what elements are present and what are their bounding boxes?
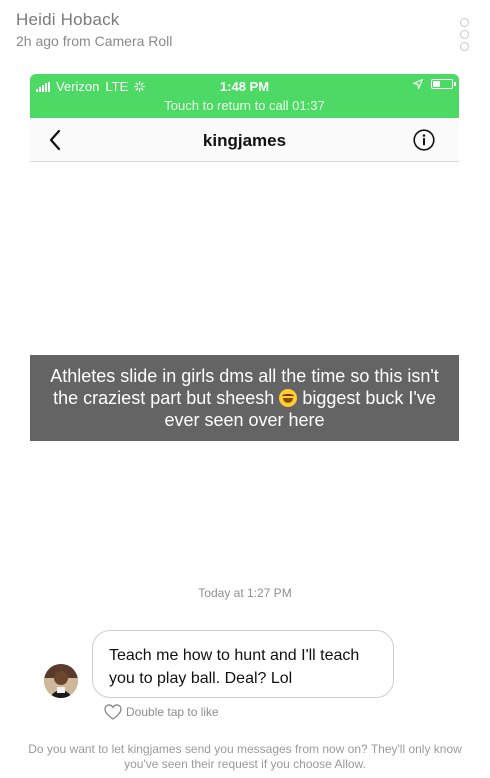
snap-subtitle: 2h ago from Camera Roll [16,33,173,49]
message-request-note: Do you want to let kingjames send you me… [28,742,462,771]
chat-title[interactable]: kingjames [30,131,459,151]
status-right-group [413,79,456,89]
return-to-call-banner[interactable]: Touch to return to call 01:37 [30,98,459,113]
snap-header: Heidi Hoback 2h ago from Camera Roll [16,10,172,49]
laughing-emoji-icon [279,389,298,407]
info-icon[interactable] [413,129,435,151]
sender-name: Heidi Hoback [16,10,120,29]
status-time: 1:48 PM [219,79,270,94]
double-tap-like[interactable]: Double tap to like [104,704,219,720]
location-arrow-icon [413,79,423,89]
chat-nav-bar: kingjames [30,118,459,162]
message-timestamp: Today at 1:27 PM [198,586,292,600]
like-label: Double tap to like [126,705,219,719]
message-bubble[interactable]: Teach me how to hunt and I'll teach you … [92,630,394,698]
battery-icon [431,79,456,89]
status-bar[interactable]: Verizon LTE 1:48 PM Touch to return to c… [30,74,459,118]
heart-icon [104,704,122,720]
message-text: Teach me how to hunt and I'll teach you … [109,647,360,687]
avatar-photo-icon [44,664,78,698]
snap-caption: Athletes slide in girls dms all the time… [30,355,459,441]
avatar[interactable] [44,664,78,698]
more-options-icon[interactable] [460,18,470,51]
